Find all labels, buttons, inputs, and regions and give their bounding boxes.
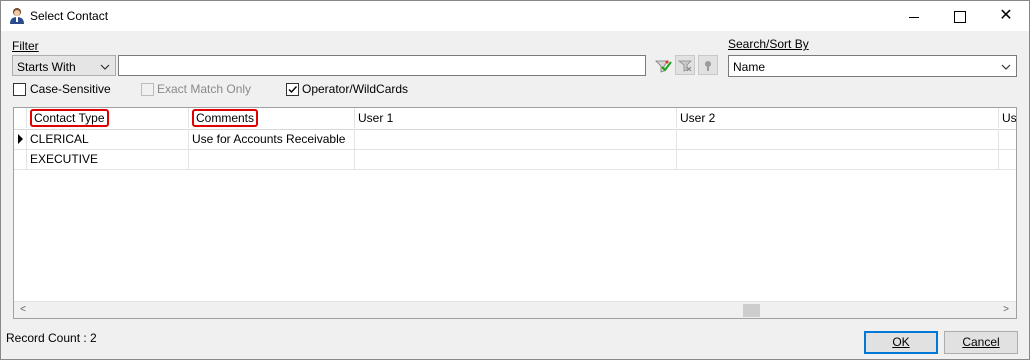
search-sort-dropdown[interactable]: Name: [728, 55, 1017, 77]
scroll-right-icon[interactable]: >: [999, 303, 1013, 317]
chevron-down-icon: [100, 61, 110, 71]
cell-comments[interactable]: [189, 149, 355, 169]
cell-user-1[interactable]: [355, 129, 677, 149]
exact-match-label: Exact Match Only: [157, 82, 252, 96]
clear-filter-button[interactable]: [675, 55, 695, 75]
cell-comments[interactable]: Use for Accounts Receivable: [189, 129, 355, 149]
operator-wildcards-label: Operator/WildCards: [302, 82, 409, 96]
clear-filter-icon: [676, 60, 694, 77]
filter-options-icon: [699, 61, 717, 77]
table-row[interactable]: CLERICAL Use for Accounts Receivable: [14, 129, 1016, 150]
row-indicator: [14, 149, 27, 169]
column-header-user-1[interactable]: User 1: [355, 108, 677, 128]
highlight-box: Contact Type: [30, 109, 109, 127]
operator-wildcards-checkbox[interactable]: [286, 83, 299, 96]
cell-contact-type[interactable]: CLERICAL: [27, 129, 189, 149]
case-sensitive-label: Case-Sensitive: [30, 82, 111, 96]
record-count: Record Count : 2: [6, 331, 97, 345]
grid-header: Contact Type Comments User 1 User 2 Us: [14, 108, 1016, 130]
search-sort-label: Search/Sort By: [728, 37, 809, 51]
maximize-icon[interactable]: [937, 1, 983, 31]
scroll-left-icon[interactable]: <: [16, 303, 30, 317]
cell-user-2[interactable]: [677, 129, 999, 149]
minimize-icon[interactable]: [891, 1, 937, 31]
cell-contact-type[interactable]: EXECUTIVE: [27, 149, 189, 169]
cell-user-2[interactable]: [677, 149, 999, 169]
apply-filter-button[interactable]: [652, 55, 672, 75]
cancel-button[interactable]: Cancel: [944, 331, 1018, 354]
chevron-down-icon: [1001, 61, 1011, 71]
filter-mode-dropdown[interactable]: Starts With: [12, 55, 116, 76]
column-header-user-2[interactable]: User 2: [677, 108, 999, 128]
ok-button[interactable]: OK: [864, 331, 938, 354]
filter-text-input[interactable]: [118, 55, 646, 76]
header-corner: [14, 108, 27, 128]
contacts-grid: Contact Type Comments User 1 User 2 Us C…: [13, 107, 1017, 319]
column-header-user-3[interactable]: Us: [999, 108, 1016, 128]
search-sort-value: Name: [733, 60, 766, 74]
contact-person-icon: [9, 7, 25, 25]
checkmark-icon: [288, 86, 298, 94]
apply-filter-icon: [653, 60, 673, 79]
column-header-comments[interactable]: Comments: [189, 108, 355, 128]
column-header-contact-type[interactable]: Contact Type: [27, 108, 189, 128]
cell-user-1[interactable]: [355, 149, 677, 169]
filter-label: Filter: [12, 39, 39, 53]
case-sensitive-checkbox[interactable]: [13, 83, 26, 96]
window-title: Select Contact: [30, 9, 109, 23]
table-row[interactable]: EXECUTIVE: [14, 149, 1016, 170]
title-bar: Select Contact ✕: [1, 1, 1029, 31]
horizontal-scrollbar[interactable]: < >: [14, 301, 1016, 318]
scrollbar-thumb[interactable]: [743, 304, 760, 317]
row-indicator: [14, 129, 27, 149]
select-contact-dialog: Select Contact ✕ Filter Starts With Sear…: [0, 0, 1030, 360]
highlight-box: Comments: [192, 109, 259, 127]
filter-options-button[interactable]: [698, 55, 718, 75]
close-icon[interactable]: ✕: [983, 1, 1029, 31]
current-row-arrow-icon: [18, 134, 23, 144]
exact-match-checkbox[interactable]: [141, 83, 154, 96]
filter-mode-value: Starts With: [17, 60, 76, 74]
